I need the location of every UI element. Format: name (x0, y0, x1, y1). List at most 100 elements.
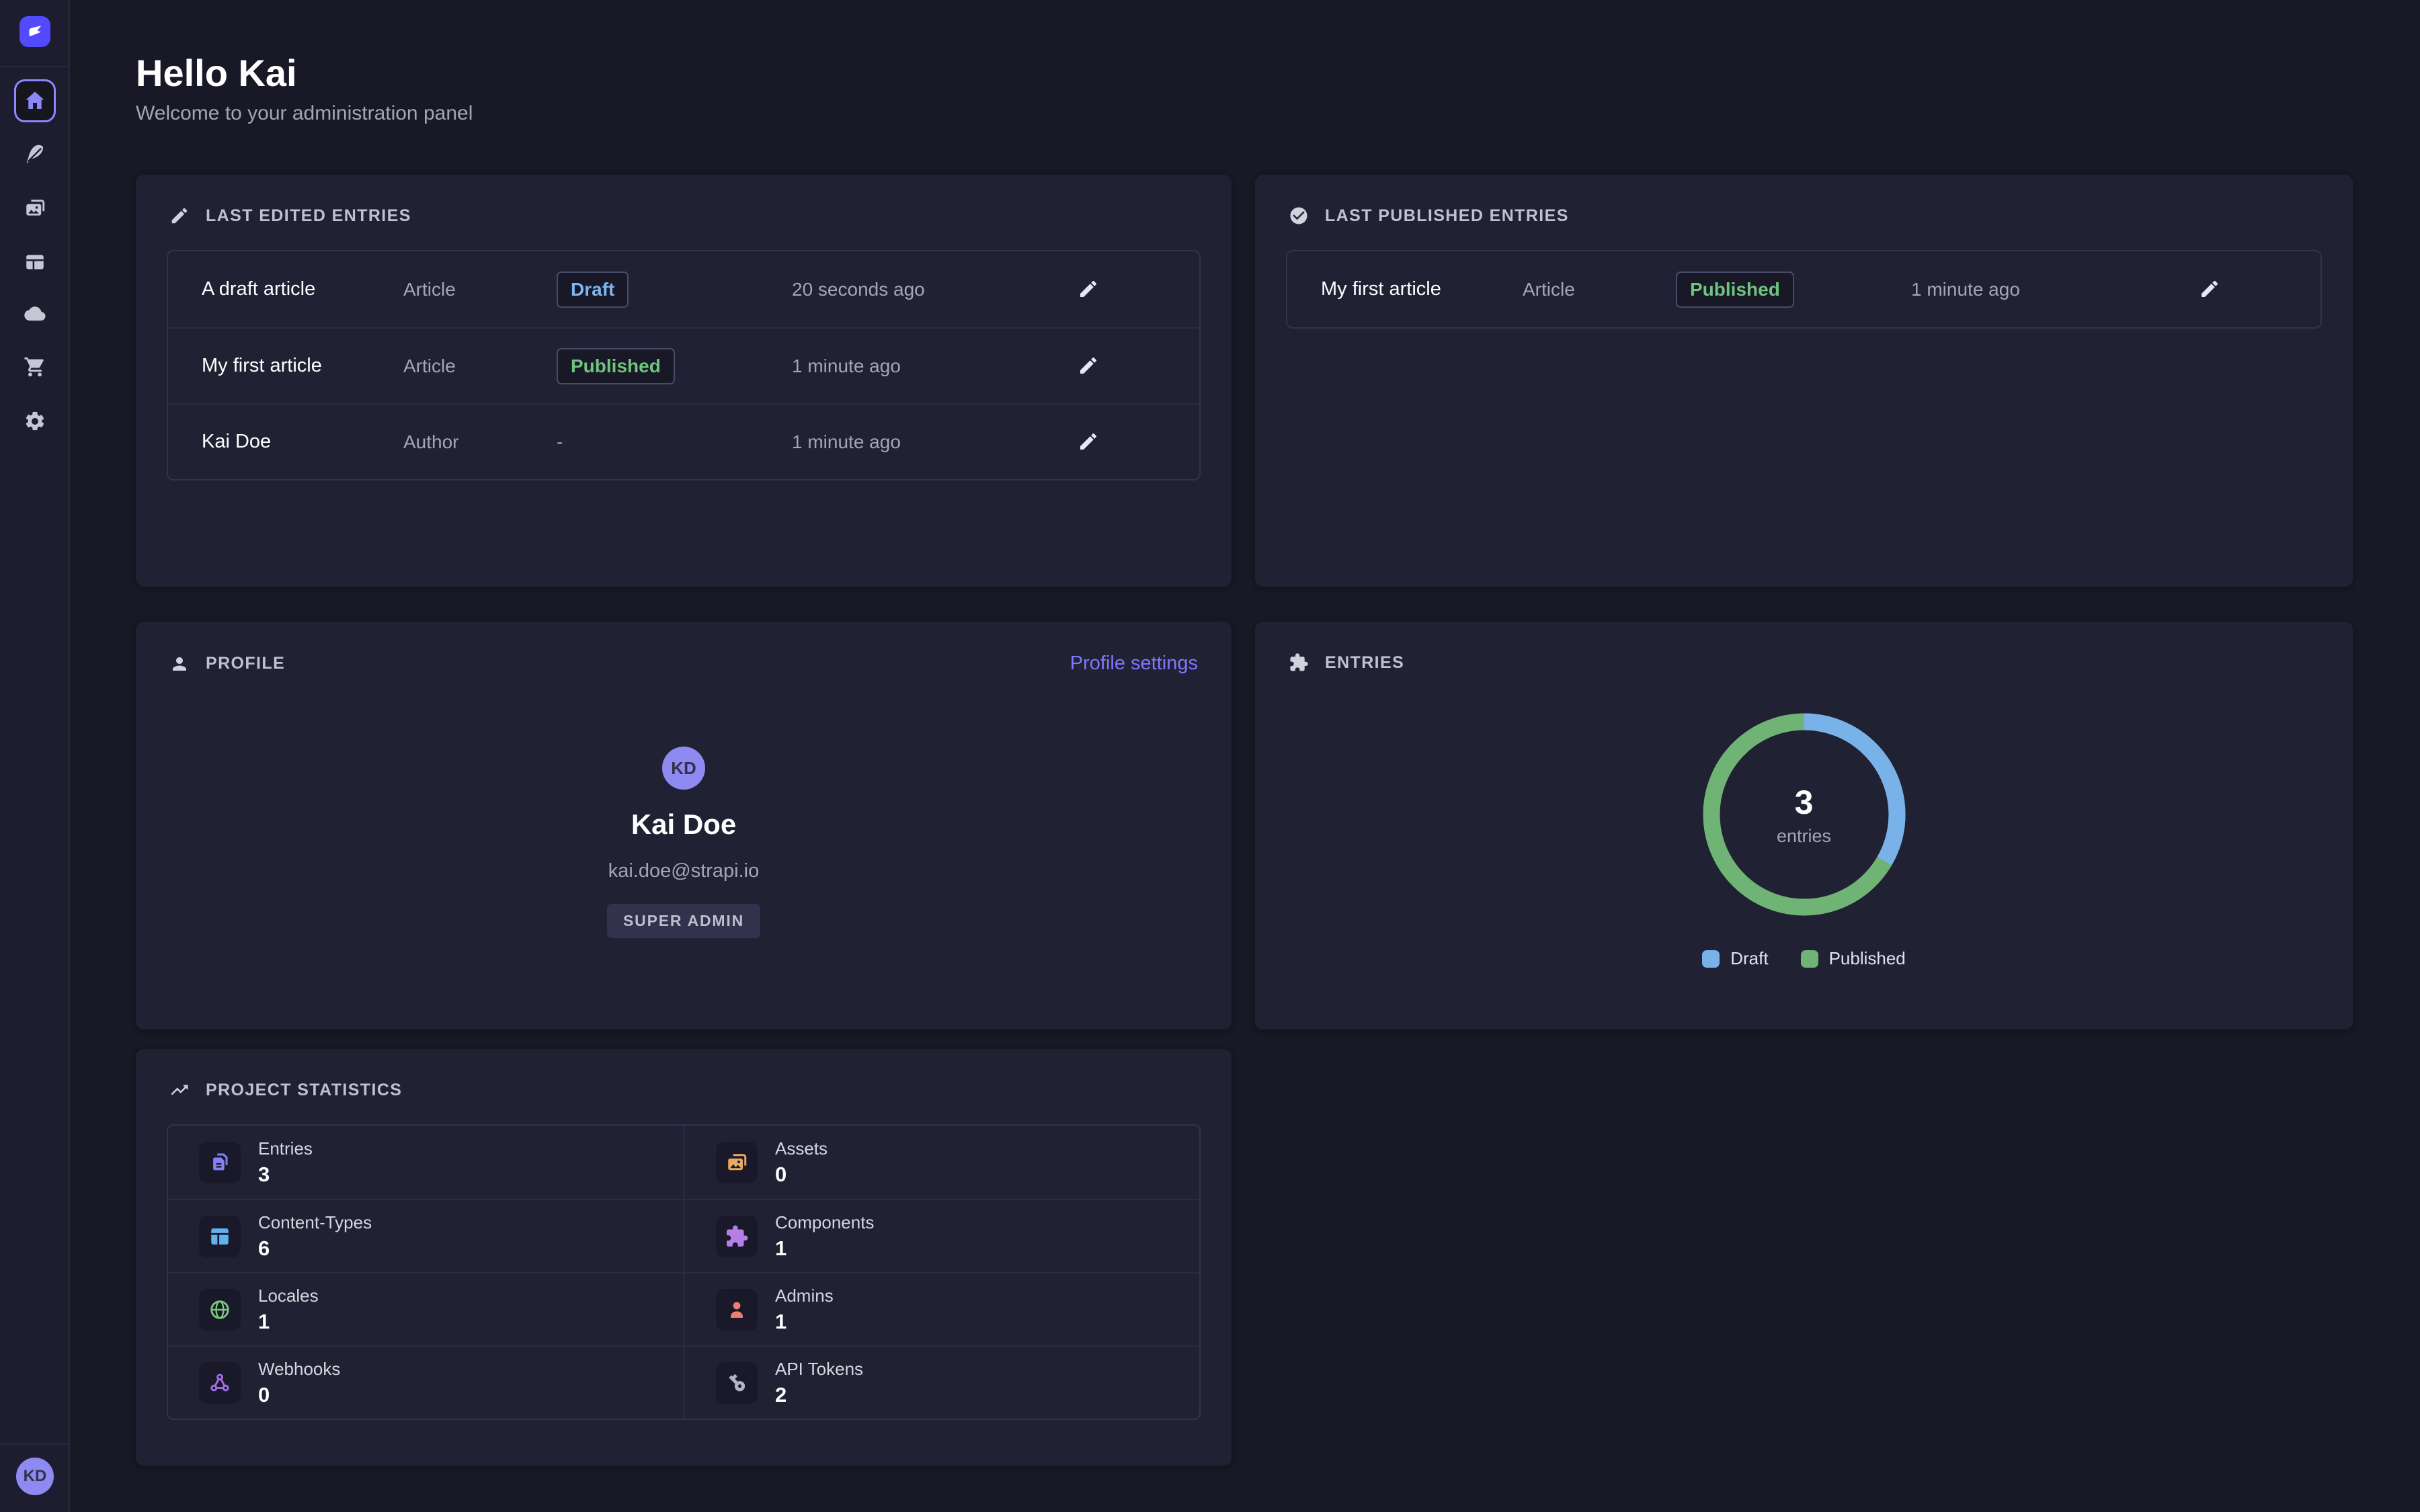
stat-value: 2 (775, 1383, 863, 1407)
profile-name: Kai Doe (136, 808, 1232, 841)
sidebar-divider-top (0, 66, 70, 67)
check-circle-icon (1289, 206, 1309, 226)
gear-icon (24, 410, 46, 433)
stat-content-types: Content-Types 6 (168, 1199, 684, 1272)
stat-label: Webhooks (258, 1359, 340, 1380)
stat-label: Admins (775, 1286, 834, 1306)
entry-name: My first article (1321, 278, 1523, 300)
entry-time: 20 seconds ago (792, 279, 977, 300)
webhook-icon (208, 1371, 232, 1395)
sidebar-item-marketplace[interactable] (24, 355, 46, 378)
status-empty: - (557, 431, 563, 452)
entry-name: My first article (202, 355, 403, 377)
stat-components: Components 1 (684, 1199, 1199, 1272)
sidebar-divider-bottom (0, 1443, 70, 1445)
media-library-icon (24, 197, 46, 220)
stat-value: 1 (775, 1236, 874, 1261)
stat-label: API Tokens (775, 1359, 863, 1380)
last-edited-entries-card: LAST EDITED ENTRIES A draft article Arti… (136, 175, 1232, 587)
sidebar: KD (0, 0, 70, 1512)
sidebar-user-avatar[interactable]: KD (16, 1458, 54, 1495)
edit-entry-button[interactable] (1077, 431, 1100, 454)
project-statistics-grid: Entries 3 Assets 0 Content-Types 6 (167, 1124, 1201, 1420)
documents-icon (208, 1150, 232, 1175)
stat-api-tokens: API Tokens 2 (684, 1345, 1199, 1419)
draft-swatch (1702, 950, 1720, 968)
stat-label: Content-Types (258, 1212, 372, 1233)
edit-entry-button[interactable] (1077, 355, 1100, 378)
legend-item-published: Published (1801, 948, 1906, 969)
stat-label: Locales (258, 1286, 319, 1306)
avatar: KD (662, 747, 705, 790)
table-row[interactable]: My first article Article Published 1 min… (168, 327, 1199, 403)
last-published-table: My first article Article Published 1 min… (1286, 250, 2322, 329)
entry-time: 1 minute ago (792, 355, 977, 377)
status-badge: Published (557, 348, 675, 384)
table-row[interactable]: Kai Doe Author - 1 minute ago (168, 403, 1199, 479)
entry-type: Article (1523, 279, 1676, 300)
photos-icon (725, 1150, 749, 1175)
home-icon (23, 89, 47, 113)
stat-webhooks: Webhooks 0 (168, 1345, 684, 1419)
sidebar-item-content-type-builder[interactable] (24, 251, 46, 274)
cloud-icon (24, 303, 46, 326)
sidebar-item-settings[interactable] (24, 410, 46, 433)
profile-email: kai.doe@strapi.io (136, 860, 1232, 882)
strapi-logo[interactable] (19, 16, 50, 47)
stat-value: 3 (258, 1163, 313, 1187)
card-title: LAST EDITED ENTRIES (206, 206, 411, 226)
table-row[interactable]: My first article Article Published 1 min… (1287, 251, 2321, 327)
puzzle-icon (1289, 653, 1309, 673)
project-statistics-card: PROJECT STATISTICS Entries 3 Assets 0 (136, 1049, 1232, 1466)
layout-icon (208, 1224, 232, 1249)
sidebar-item-home[interactable] (14, 79, 56, 122)
stat-label: Components (775, 1212, 874, 1233)
stat-admins: Admins 1 (684, 1272, 1199, 1345)
entries-count: 3 (1795, 783, 1814, 822)
table-row[interactable]: A draft article Article Draft 20 seconds… (168, 251, 1199, 327)
stat-label: Entries (258, 1138, 313, 1159)
avatar-initials: KD (671, 758, 696, 779)
stat-value: 1 (258, 1310, 319, 1334)
page-title: Hello Kai (136, 51, 297, 95)
entry-type: Article (403, 355, 557, 377)
stat-value: 1 (775, 1310, 834, 1334)
chart-legend: Draft Published (1255, 948, 2353, 969)
card-title: LAST PUBLISHED ENTRIES (1325, 206, 1569, 226)
published-swatch (1801, 950, 1818, 968)
key-icon (725, 1371, 749, 1395)
card-title: ENTRIES (1325, 653, 1404, 673)
legend-label: Published (1829, 948, 1906, 969)
entry-time: 1 minute ago (792, 431, 977, 453)
card-title: PROJECT STATISTICS (206, 1081, 402, 1100)
entry-type: Article (403, 279, 557, 300)
sidebar-item-media-library[interactable] (24, 197, 46, 220)
layout-icon (24, 251, 46, 274)
pencil-icon (169, 206, 190, 226)
sidebar-user-initials: KD (24, 1467, 47, 1486)
sidebar-item-content-manager[interactable] (24, 143, 46, 166)
stat-value: 0 (258, 1383, 340, 1407)
last-published-entries-card: LAST PUBLISHED ENTRIES My first article … (1255, 175, 2353, 587)
strapi-logo-icon (24, 20, 46, 43)
sidebar-item-cloud[interactable] (24, 303, 46, 326)
profile-body: KD Kai Doe kai.doe@strapi.io SUPER ADMIN (136, 622, 1232, 1030)
stat-assets: Assets 0 (684, 1126, 1199, 1199)
trending-up-icon (169, 1080, 190, 1100)
stat-entries: Entries 3 (168, 1126, 684, 1199)
entry-type: Author (403, 431, 557, 453)
role-badge: SUPER ADMIN (607, 904, 760, 938)
feather-icon (24, 143, 46, 166)
stat-value: 0 (775, 1163, 828, 1187)
user-icon (725, 1298, 749, 1322)
cart-icon (24, 355, 46, 378)
globe-icon (208, 1298, 232, 1322)
entries-count-label: entries (1777, 826, 1831, 847)
legend-item-draft: Draft (1702, 948, 1768, 969)
edit-entry-button[interactable] (2198, 278, 2221, 301)
entries-donut-chart: 3 entries (1697, 707, 1912, 922)
edit-entry-button[interactable] (1077, 278, 1100, 301)
entry-name: Kai Doe (202, 431, 403, 453)
entry-time: 1 minute ago (1911, 279, 2099, 300)
legend-label: Draft (1730, 948, 1768, 969)
